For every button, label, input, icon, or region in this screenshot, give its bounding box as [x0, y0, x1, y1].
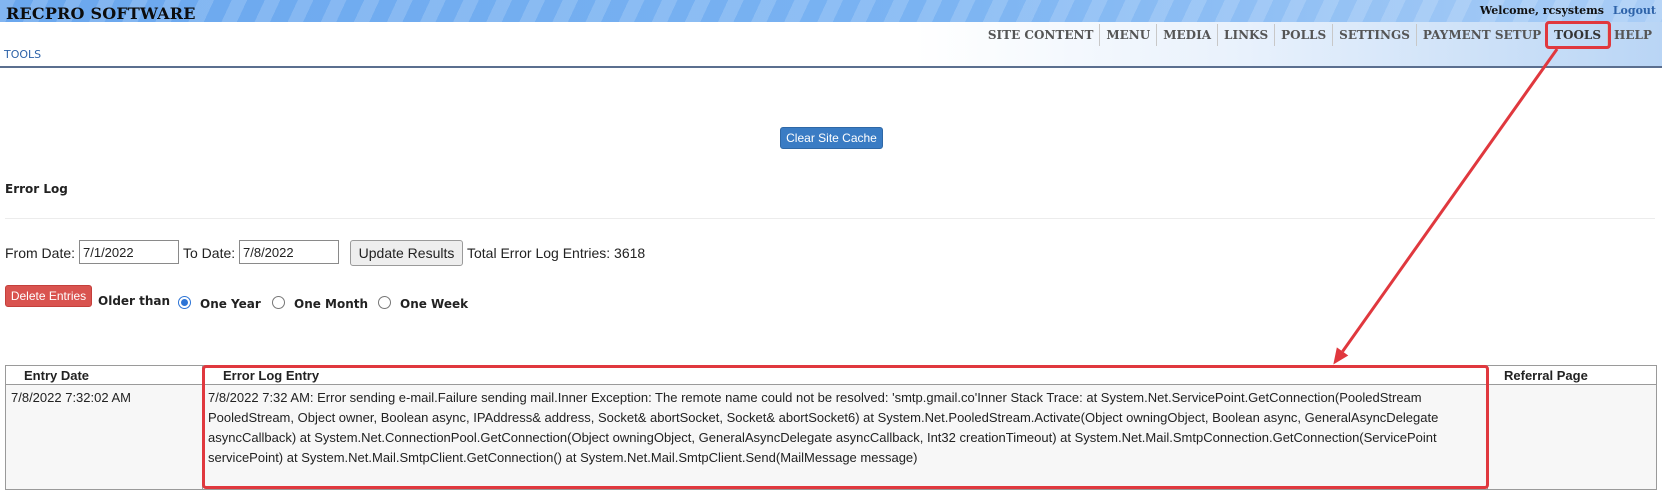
radio-one-week[interactable]: [378, 296, 391, 309]
logout-link[interactable]: Logout: [1613, 4, 1656, 17]
main-nav: SITE CONTENT MENU MEDIA LINKS POLLS SETT…: [982, 24, 1658, 46]
radio-label-one-month[interactable]: One Month: [294, 297, 368, 311]
referral-page-cell: [1487, 384, 1657, 490]
nav-item-site-content[interactable]: SITE CONTENT: [982, 24, 1101, 46]
error-log-entry-cell: 7/8/2022 7:32 AM: Error sending e-mail.F…: [202, 384, 1488, 490]
delete-entries-button[interactable]: Delete Entries: [5, 285, 92, 307]
radio-one-month[interactable]: [272, 296, 285, 309]
breadcrumb[interactable]: TOOLS: [4, 48, 41, 61]
section-divider: [5, 218, 1655, 219]
to-date-input[interactable]: [239, 240, 339, 264]
from-date-label: From Date:: [5, 245, 76, 261]
total-entries-text: Total Error Log Entries: 3618: [467, 245, 646, 261]
table-header-row: Entry Date Error Log Entry Referral Page: [5, 365, 1657, 385]
nav-item-help[interactable]: HELP: [1608, 24, 1658, 46]
older-than-label: Older than: [98, 294, 171, 308]
nav-item-tools[interactable]: TOOLS: [1548, 24, 1609, 46]
nav-item-payment-setup[interactable]: PAYMENT SETUP: [1417, 24, 1549, 46]
column-header-entry-date: Entry Date: [5, 365, 203, 385]
arrow-line: [1341, 48, 1559, 353]
clear-site-cache-button[interactable]: Clear Site Cache: [780, 127, 883, 149]
nav-item-media[interactable]: MEDIA: [1157, 24, 1219, 46]
entry-date-cell: 7/8/2022 7:32:02 AM: [5, 384, 203, 490]
nav-item-settings[interactable]: SETTINGS: [1333, 24, 1417, 46]
radio-label-one-week[interactable]: One Week: [400, 297, 468, 311]
radio-one-year[interactable]: [178, 296, 191, 309]
nav-item-polls[interactable]: POLLS: [1275, 24, 1334, 46]
radio-label-one-year[interactable]: One Year: [200, 297, 261, 311]
error-log-table: Entry Date Error Log Entry Referral Page…: [5, 365, 1657, 490]
to-date-label: To Date:: [183, 245, 236, 261]
nav-item-menu[interactable]: MENU: [1100, 24, 1158, 46]
header-bar: RECPRO SOFTWARE Welcome, rcsystems Logou…: [0, 0, 1662, 68]
arrow-head: [1333, 347, 1349, 365]
column-header-error-log-entry: Error Log Entry: [202, 365, 1488, 385]
table-row: 7/8/2022 7:32:02 AM 7/8/2022 7:32 AM: Er…: [5, 384, 1657, 490]
error-log-title: Error Log: [5, 182, 68, 196]
from-date-input[interactable]: [79, 240, 179, 264]
brand-title: RECPRO SOFTWARE: [6, 4, 196, 23]
welcome-text: Welcome, rcsystems: [1479, 4, 1604, 17]
nav-item-links[interactable]: LINKS: [1218, 24, 1276, 46]
column-header-referral-page: Referral Page: [1487, 365, 1657, 385]
update-results-button[interactable]: Update Results: [350, 240, 463, 266]
